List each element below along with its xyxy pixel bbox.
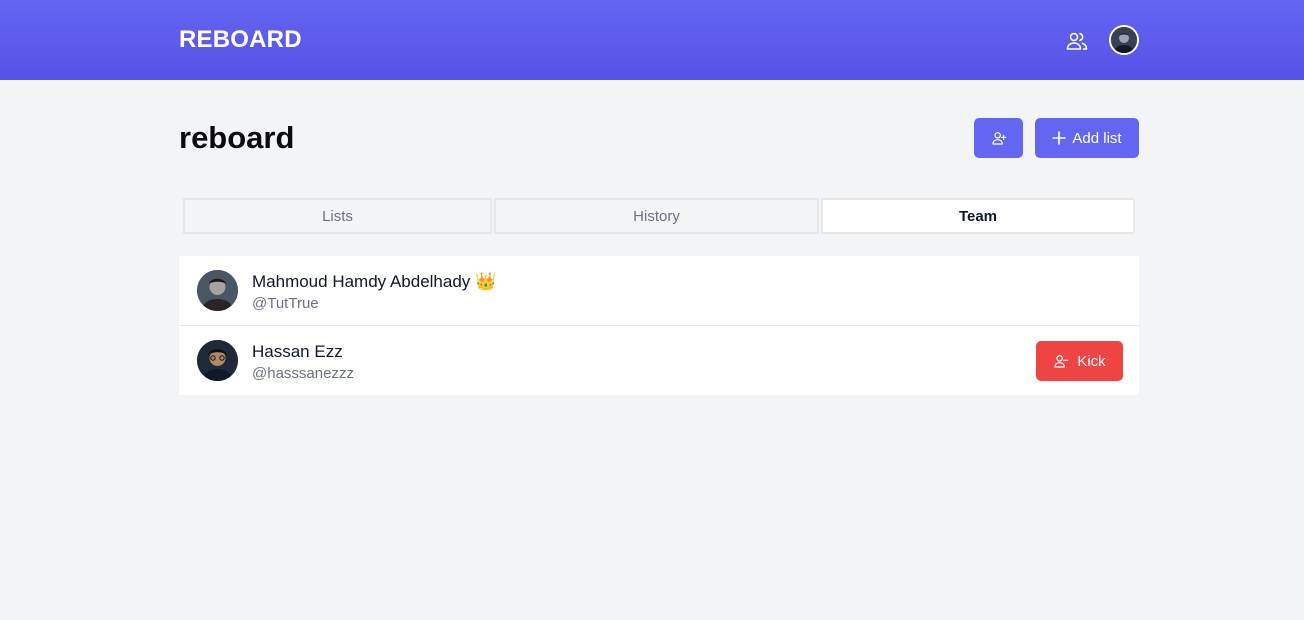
brand-logo[interactable]: REBOARD (179, 26, 302, 54)
plus-icon (1052, 131, 1067, 145)
tab-team[interactable]: Team (821, 198, 1135, 234)
kick-label: Kick (1077, 352, 1106, 370)
avatar (197, 340, 238, 381)
team-button[interactable] (1063, 27, 1091, 55)
users-icon (1066, 32, 1088, 50)
avatar (197, 270, 238, 311)
user-avatar[interactable] (1109, 25, 1139, 55)
list-item: Hassan Ezz @hasssanezzz Kick (179, 326, 1139, 395)
user-plus-icon (991, 132, 1006, 145)
user-minus-icon (1054, 355, 1069, 368)
tab-lists[interactable]: Lists (183, 198, 492, 234)
board-tabs: Lists History Team (183, 198, 1135, 234)
team-member-list: Mahmoud Hamdy Abdelhady 👑 @TutTrue Hassa… (179, 256, 1139, 395)
avatar-photo-icon (1111, 27, 1137, 53)
member-handle: @TutTrue (252, 295, 319, 312)
add-list-label: Add list (1072, 129, 1122, 147)
add-list-button[interactable]: Add list (1035, 118, 1139, 158)
tab-history[interactable]: History (494, 198, 819, 234)
top-nav: REBOARD (0, 0, 1304, 80)
member-name: Mahmoud Hamdy Abdelhady 👑 (252, 272, 497, 291)
list-item: Mahmoud Hamdy Abdelhady 👑 @TutTrue (179, 256, 1139, 326)
kick-button[interactable]: Kick (1036, 341, 1123, 381)
member-handle: @hasssanezzz (252, 365, 354, 382)
board-title: reboard (179, 120, 295, 155)
invite-member-button[interactable] (974, 118, 1023, 158)
member-name: Hassan Ezz (252, 342, 343, 361)
avatar-photo-icon (197, 270, 238, 311)
avatar-photo-icon (197, 340, 238, 381)
